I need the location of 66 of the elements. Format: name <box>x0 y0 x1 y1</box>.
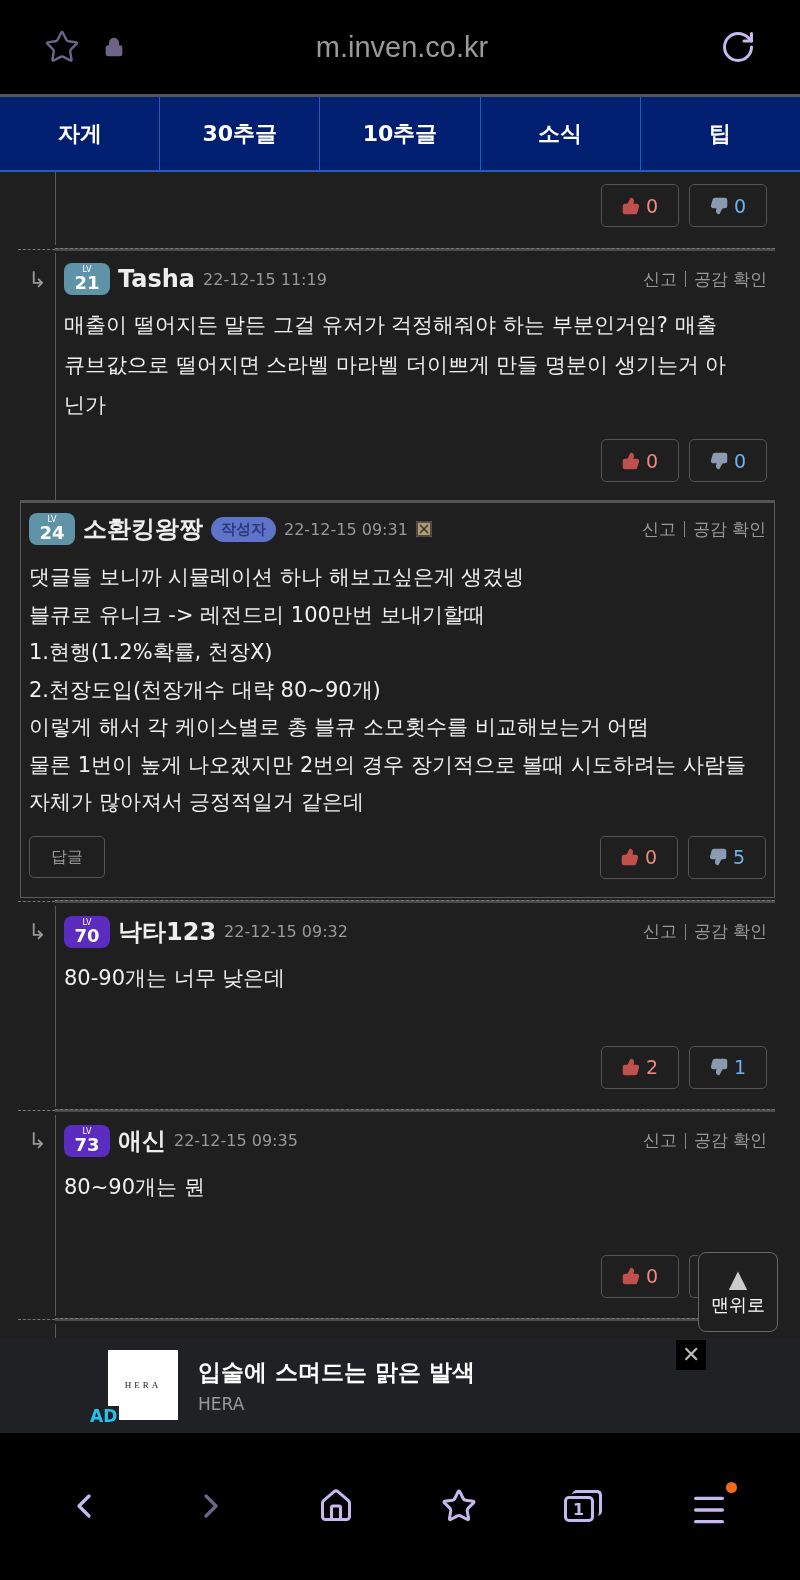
thumbs-up-icon <box>621 1267 640 1285</box>
comment-text: 80-90개는 너무 낮은데 <box>64 964 287 992</box>
level-badge: LV 70 <box>64 915 110 948</box>
reload-icon[interactable] <box>720 29 756 65</box>
empathy-link[interactable]: 공감 확인 <box>693 267 767 291</box>
reply-button[interactable]: 답글 <box>29 836 105 878</box>
dislike-button[interactable]: 1 <box>689 1045 767 1089</box>
ad-advertiser: HERA <box>198 1393 246 1414</box>
ad-banner[interactable]: HERA AD 입술에 스며드는 맑은 발색 HERA ✕ <box>0 1337 800 1433</box>
comment-text: 블큐로 유니크 -> 레전드리 100만번 보내기할때 <box>29 601 486 629</box>
comment-date: 22-12-15 09:32 <box>224 922 348 941</box>
like-button[interactable]: 0 <box>600 835 678 879</box>
thumbs-up-icon <box>621 451 640 470</box>
dislike-button[interactable]: 0 <box>689 184 767 227</box>
author-name: 소환킹왕짱 <box>83 514 203 545</box>
thumbs-down-icon <box>709 196 728 215</box>
comment-text: 물론 1번이 높게 나오겠지만 2번의 경우 장기적으로 볼때 시도하려는 사람들 자체가 많아져서 긍정적일거 같은데 <box>29 751 747 816</box>
writer-tag: 작성자 <box>211 516 276 542</box>
thumbs-up-icon <box>621 1058 640 1076</box>
dislike-button[interactable]: 0 <box>689 439 767 482</box>
reply-arrow: ↳ <box>28 1128 47 1153</box>
empathy-link[interactable]: 공감 확인 <box>693 920 767 943</box>
comment-date: 22-12-15 09:35 <box>174 1131 298 1150</box>
comment-date: 22-12-15 09:31 <box>284 519 408 539</box>
comment-text: 2.천장도입(천장개수 대략 80~90개) <box>29 676 382 704</box>
comment-text: 이렇게 해서 각 케이스별로 총 블큐 소모횟수를 비교해보는거 어떰 <box>29 714 651 741</box>
lock-icon <box>104 37 124 57</box>
level-badge: LV 24 <box>29 513 75 545</box>
empathy-link[interactable]: 공감 확인 <box>693 1129 767 1152</box>
board-tab[interactable]: 30추글 <box>159 97 320 170</box>
author-name: Tasha <box>118 265 196 293</box>
comment-text: 댓글들 보니까 시뮬레이션 하나 해보고싶은게 생겼넹 <box>29 564 526 591</box>
thumbs-down-icon <box>708 848 727 866</box>
ad-title: 입술에 스며드는 맑은 발색 <box>198 1357 476 1387</box>
comment-text: 매출이 떨어지든 말든 그걸 유저가 걱정해줘야 하는 부분인거임? 매출 큐브값으로 떨어지면 스라벨 마라벨 더이쁘게 만들 명분이 생기는거 아닌가 <box>64 312 727 419</box>
board-tab[interactable]: 소식 <box>479 97 640 170</box>
report-link[interactable]: 신고 <box>642 1129 677 1152</box>
author-name: 낙타123 <box>118 916 217 948</box>
report-link[interactable]: 신고 <box>642 920 677 943</box>
reply-arrow: ↳ <box>28 919 47 944</box>
author-name: 애신 <box>118 1125 166 1157</box>
close-button[interactable]: ✕ <box>676 1339 706 1370</box>
level-badge: LV 21 <box>64 263 110 295</box>
scroll-top-button[interactable]: ▲ 맨위로 <box>698 1252 778 1332</box>
report-link[interactable]: 신고 <box>641 517 676 541</box>
comment-date: 22-12-15 11:19 <box>203 269 327 289</box>
board-tab[interactable]: 자게 <box>0 97 160 170</box>
like-button[interactable]: 2 <box>601 1045 679 1089</box>
comment-text: 80~90개는 뭔 <box>64 1173 206 1201</box>
level-badge: LV 73 <box>64 1124 110 1157</box>
board-tab[interactable]: 팁 <box>639 97 800 170</box>
like-button[interactable]: 0 <box>601 439 679 482</box>
board-tab[interactable]: 10추글 <box>319 97 480 170</box>
like-button[interactable]: 0 <box>601 184 679 227</box>
report-link[interactable]: 신고 <box>642 267 677 291</box>
thumbs-up-icon <box>621 196 640 215</box>
thumbs-down-icon <box>709 1058 728 1076</box>
bookmark-star-icon[interactable] <box>44 29 80 65</box>
comment-text: 1.현행(1.2%확률, 천장X) <box>29 639 274 666</box>
thumbs-down-icon <box>709 451 728 470</box>
empathy-link[interactable]: 공감 확인 <box>692 517 766 541</box>
thumbs-up-icon <box>620 848 639 866</box>
broken-image-icon <box>415 521 432 537</box>
reply-arrow: ↳ <box>28 266 47 292</box>
dislike-button[interactable]: 5 <box>688 835 766 879</box>
like-button[interactable]: 0 <box>601 1254 679 1298</box>
